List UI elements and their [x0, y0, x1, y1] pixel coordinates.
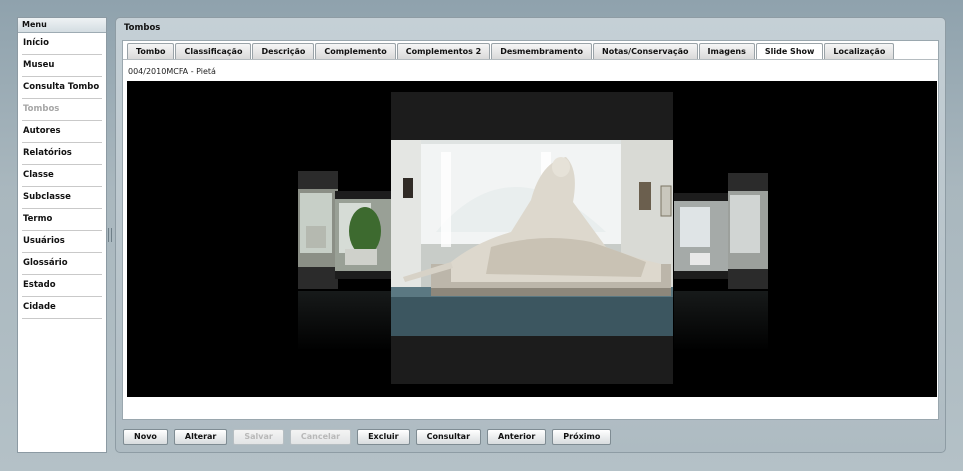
- tab-localizacao[interactable]: Localização: [824, 43, 895, 59]
- tab-classificacao[interactable]: Classificação: [175, 43, 252, 59]
- slide-thumb-image: [298, 189, 338, 267]
- action-toolbar: Novo Alterar Salvar Cancelar Excluir Consulta…: [123, 429, 617, 445]
- tab-desmembramento[interactable]: Desmembramento: [491, 43, 592, 59]
- tab-slide-show[interactable]: Slide Show: [755, 43, 824, 60]
- menu-item-estado[interactable]: Estado: [22, 275, 102, 297]
- tab-tombo[interactable]: Tombo: [127, 43, 175, 59]
- menu-item-inicio[interactable]: Início: [22, 33, 102, 55]
- tab-descricao[interactable]: Descrição: [252, 43, 315, 59]
- menu-item-tombos: Tombos: [22, 99, 102, 121]
- slide-thumb-right-far[interactable]: [728, 173, 768, 289]
- panel-splitter-handle[interactable]: [108, 228, 112, 242]
- slide-thumb-left-far[interactable]: [298, 171, 338, 289]
- excluir-button[interactable]: Excluir: [357, 429, 410, 445]
- slide-thumb-left-near[interactable]: [335, 191, 391, 279]
- record-title: 004/2010MCFA - Pietá: [128, 67, 216, 76]
- menu-item-termo[interactable]: Termo: [22, 209, 102, 231]
- menu-item-cidade[interactable]: Cidade: [22, 297, 102, 319]
- slide-reflection-left: [298, 291, 391, 351]
- tab-notas-conservacao[interactable]: Notas/Conservação: [593, 43, 698, 59]
- proximo-button[interactable]: Próximo: [552, 429, 612, 445]
- salvar-button: Salvar: [233, 429, 284, 445]
- menu-item-relatorios[interactable]: Relatórios: [22, 143, 102, 165]
- slide-image-pieta: [391, 92, 673, 384]
- tab-bar: Tombo Classificação Descrição Complemento Co…: [127, 43, 895, 60]
- novo-button[interactable]: Novo: [123, 429, 168, 445]
- slide-thumb-image: [335, 199, 391, 271]
- slideshow-viewer[interactable]: [127, 81, 937, 397]
- tab-content: Tombo Classificação Descrição Complemento Co…: [122, 40, 939, 420]
- menu-item-consulta-tombo[interactable]: Consulta Tombo: [22, 77, 102, 99]
- menu-item-autores[interactable]: Autores: [22, 121, 102, 143]
- menu-item-classe[interactable]: Classe: [22, 165, 102, 187]
- tab-complemento[interactable]: Complemento: [315, 43, 396, 59]
- slide-thumb-image: [674, 201, 730, 271]
- menu-item-subclasse[interactable]: Subclasse: [22, 187, 102, 209]
- slide-reflection-right: [674, 291, 768, 351]
- tab-divider: [123, 59, 938, 60]
- menu-title: Menu: [18, 18, 106, 33]
- tab-imagens[interactable]: Imagens: [698, 43, 755, 59]
- menu-list: Início Museu Consulta Tombo Tombos Autores Re…: [18, 33, 106, 319]
- slide-frame-current[interactable]: [391, 92, 673, 384]
- slide-thumb-image: [728, 191, 768, 269]
- menu-item-glossario[interactable]: Glossário: [22, 253, 102, 275]
- panel-title: Tombos: [124, 23, 161, 33]
- cancelar-button: Cancelar: [289, 429, 352, 445]
- tab-complementos-2[interactable]: Complementos 2: [396, 43, 491, 59]
- menu-item-usuarios[interactable]: Usuários: [22, 231, 102, 253]
- menu-item-museu[interactable]: Museu: [22, 55, 102, 77]
- main-panel: Tombos Tombo Classificação Descrição Comple…: [115, 17, 946, 453]
- consultar-button[interactable]: Consultar: [415, 429, 482, 445]
- alterar-button[interactable]: Alterar: [173, 429, 228, 445]
- side-menu: Menu Início Museu Consulta Tombo Tombos Auto…: [17, 17, 107, 453]
- anterior-button[interactable]: Anterior: [487, 429, 547, 445]
- slide-thumb-right-near[interactable]: [674, 193, 730, 279]
